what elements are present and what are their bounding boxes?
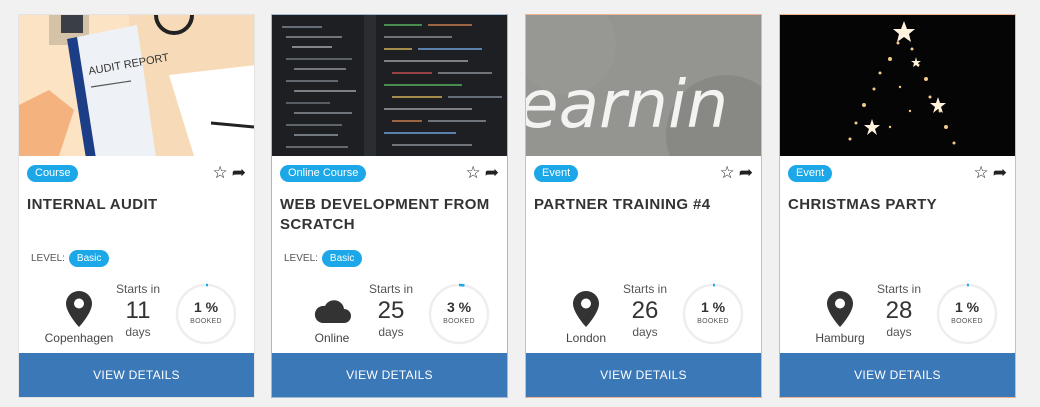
card-image[interactable]: AUDIT REPORT xyxy=(19,15,254,156)
category-badge: Event xyxy=(534,165,579,182)
starts-in-label: Starts in xyxy=(876,282,921,296)
event-card[interactable]: Event ☆ ➦ CHRISTMAS PARTY Hamburg Starts… xyxy=(779,14,1016,398)
map-pin-icon xyxy=(827,291,853,327)
share-arrow-icon[interactable]: ➦ xyxy=(993,164,1007,181)
starts-in: Starts in 25 days xyxy=(364,282,418,339)
days-label: days xyxy=(886,325,912,339)
booked-progress: 3 % BOOKED xyxy=(428,283,490,345)
category-badge: Event xyxy=(788,165,833,182)
starts-in: Starts in 28 days xyxy=(872,282,926,339)
map-pin-icon xyxy=(66,291,92,327)
star-outline-icon[interactable]: ☆ xyxy=(466,164,481,181)
share-arrow-icon[interactable]: ➦ xyxy=(485,164,499,181)
level-row: LEVEL: Basic xyxy=(31,250,110,267)
booked-label: BOOKED xyxy=(443,318,475,325)
starts-in-label: Starts in xyxy=(622,282,667,296)
event-title[interactable]: CHRISTMAS PARTY xyxy=(788,195,1005,215)
event-title[interactable]: INTERNAL AUDIT xyxy=(27,195,244,215)
star-outline-icon[interactable]: ☆ xyxy=(720,164,735,181)
event-card[interactable]: Online Course ☆ ➦ WEB DEVELOPMENT FROM S… xyxy=(271,14,508,398)
svg-text:earnin: earnin xyxy=(526,66,728,143)
share-arrow-icon[interactable]: ➦ xyxy=(739,164,753,181)
days-label: days xyxy=(632,325,658,339)
days-count: 11 xyxy=(125,297,151,324)
starts-in: Starts in 11 days xyxy=(111,282,165,339)
level-label: LEVEL: xyxy=(284,253,318,264)
starts-in-label: Starts in xyxy=(368,282,413,296)
star-outline-icon[interactable]: ☆ xyxy=(974,164,989,181)
cloud-icon xyxy=(314,300,351,323)
share-arrow-icon[interactable]: ➦ xyxy=(232,164,246,181)
booked-percent: 1 % xyxy=(700,299,726,315)
level-row: LEVEL: Basic xyxy=(284,250,363,267)
booked-percent: 1 % xyxy=(954,299,980,315)
booked-progress: 1 % BOOKED xyxy=(936,283,998,345)
level-badge: Basic xyxy=(321,250,363,267)
map-pin-icon xyxy=(573,291,599,327)
view-details-button[interactable]: VIEW DETAILS xyxy=(19,353,254,397)
days-label: days xyxy=(125,325,151,339)
days-count: 28 xyxy=(885,297,913,324)
view-details-button[interactable]: VIEW DETAILS xyxy=(780,353,1015,397)
event-title[interactable]: PARTNER TRAINING #4 xyxy=(534,195,751,215)
star-outline-icon[interactable]: ☆ xyxy=(213,164,228,181)
booked-progress: 1 % BOOKED xyxy=(682,283,744,345)
starts-in-label: Starts in xyxy=(115,282,160,296)
booked-percent: 3 % xyxy=(446,299,472,315)
booked-label: BOOKED xyxy=(951,318,983,325)
category-badge: Online Course xyxy=(280,165,367,182)
level-badge: Basic xyxy=(68,250,110,267)
level-label: LEVEL: xyxy=(31,253,65,264)
days-count: 25 xyxy=(377,297,405,324)
card-image[interactable]: earnin xyxy=(526,15,761,156)
event-title[interactable]: WEB DEVELOPMENT FROM SCRATCH xyxy=(280,195,497,235)
booked-label: BOOKED xyxy=(697,318,729,325)
view-details-button[interactable]: VIEW DETAILS xyxy=(526,353,761,397)
booked-label: BOOKED xyxy=(190,318,222,325)
event-card[interactable]: AUDIT REPORT Course ☆ ➦ INTERNAL AUDIT L… xyxy=(18,14,255,398)
days-label: days xyxy=(378,325,404,339)
booked-progress: 1 % BOOKED xyxy=(175,283,237,345)
starts-in: Starts in 26 days xyxy=(618,282,672,339)
card-image[interactable] xyxy=(272,15,507,156)
card-image[interactable] xyxy=(780,15,1015,156)
booked-percent: 1 % xyxy=(193,299,219,315)
days-count: 26 xyxy=(631,297,659,324)
event-card[interactable]: earnin Event ☆ ➦ PARTNER TRAINING #4 Lon… xyxy=(525,14,762,398)
view-details-button[interactable]: VIEW DETAILS xyxy=(272,353,507,397)
category-badge: Course xyxy=(27,165,79,182)
